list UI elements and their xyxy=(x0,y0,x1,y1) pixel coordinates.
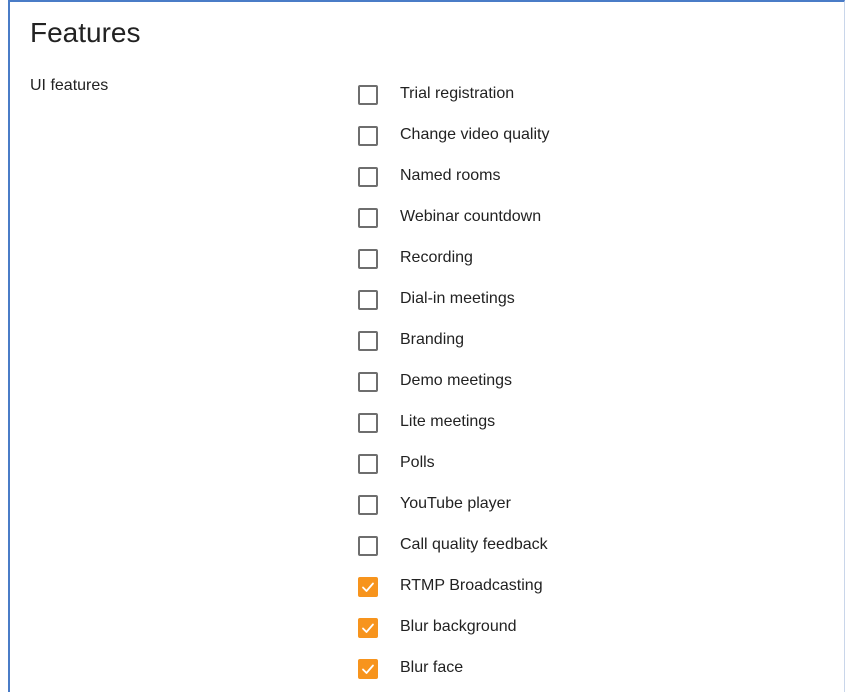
feature-label: Webinar countdown xyxy=(400,208,542,225)
checkmark-icon xyxy=(362,623,374,633)
feature-item-blur-face[interactable]: Blur face xyxy=(358,657,549,698)
feature-label: Polls xyxy=(400,454,435,471)
checkbox[interactable] xyxy=(358,126,378,146)
checkbox[interactable] xyxy=(358,208,378,228)
feature-label: Lite meetings xyxy=(400,413,496,430)
feature-label: YouTube player xyxy=(400,495,511,512)
feature-item-dial-in-meetings[interactable]: Dial-in meetings xyxy=(358,288,549,329)
feature-label: Recording xyxy=(400,249,473,266)
feature-item-lite-meetings[interactable]: Lite meetings xyxy=(358,411,549,452)
feature-item-rtmp-broadcasting[interactable]: RTMP Broadcasting xyxy=(358,575,549,616)
feature-item-demo-meetings[interactable]: Demo meetings xyxy=(358,370,549,411)
feature-item-blur-background[interactable]: Blur background xyxy=(358,616,549,657)
checkbox[interactable] xyxy=(358,290,378,310)
checkbox[interactable] xyxy=(358,249,378,269)
feature-label: RTMP Broadcasting xyxy=(400,577,543,594)
feature-label: Named rooms xyxy=(400,167,501,184)
feature-label: Blur face xyxy=(400,659,464,676)
feature-item-recording[interactable]: Recording xyxy=(358,247,549,288)
feature-label: Branding xyxy=(400,331,465,348)
page-title: Features xyxy=(30,17,141,48)
feature-item-webinar-countdown[interactable]: Webinar countdown xyxy=(358,206,549,247)
feature-item-polls[interactable]: Polls xyxy=(358,452,549,493)
checkbox[interactable] xyxy=(358,167,378,187)
checkbox[interactable] xyxy=(358,659,378,679)
checkbox[interactable] xyxy=(358,454,378,474)
feature-checkbox-list: Trial registration Change video quality … xyxy=(358,83,549,698)
feature-label: Demo meetings xyxy=(400,372,513,389)
feature-item-branding[interactable]: Branding xyxy=(358,329,549,370)
checkbox[interactable] xyxy=(358,536,378,556)
checkbox[interactable] xyxy=(358,413,378,433)
checkmark-icon xyxy=(362,582,374,592)
checkbox[interactable] xyxy=(358,495,378,515)
checkbox[interactable] xyxy=(358,331,378,351)
features-panel: Features UI features Trial registration … xyxy=(8,0,845,692)
checkbox[interactable] xyxy=(358,372,378,392)
checkbox[interactable] xyxy=(358,85,378,105)
feature-item-youtube-player[interactable]: YouTube player xyxy=(358,493,549,534)
checkbox[interactable] xyxy=(358,577,378,597)
feature-item-named-rooms[interactable]: Named rooms xyxy=(358,165,549,206)
feature-item-change-video-quality[interactable]: Change video quality xyxy=(358,124,549,165)
checkbox[interactable] xyxy=(358,618,378,638)
checkmark-icon xyxy=(362,664,374,674)
feature-item-call-quality-feedback[interactable]: Call quality feedback xyxy=(358,534,549,575)
feature-item-trial-registration[interactable]: Trial registration xyxy=(358,83,549,124)
feature-label: Blur background xyxy=(400,618,517,635)
feature-label: Change video quality xyxy=(400,126,550,143)
section-label-ui-features: UI features xyxy=(30,77,109,94)
feature-label: Dial-in meetings xyxy=(400,290,515,307)
feature-label: Call quality feedback xyxy=(400,536,548,553)
feature-label: Trial registration xyxy=(400,85,515,102)
